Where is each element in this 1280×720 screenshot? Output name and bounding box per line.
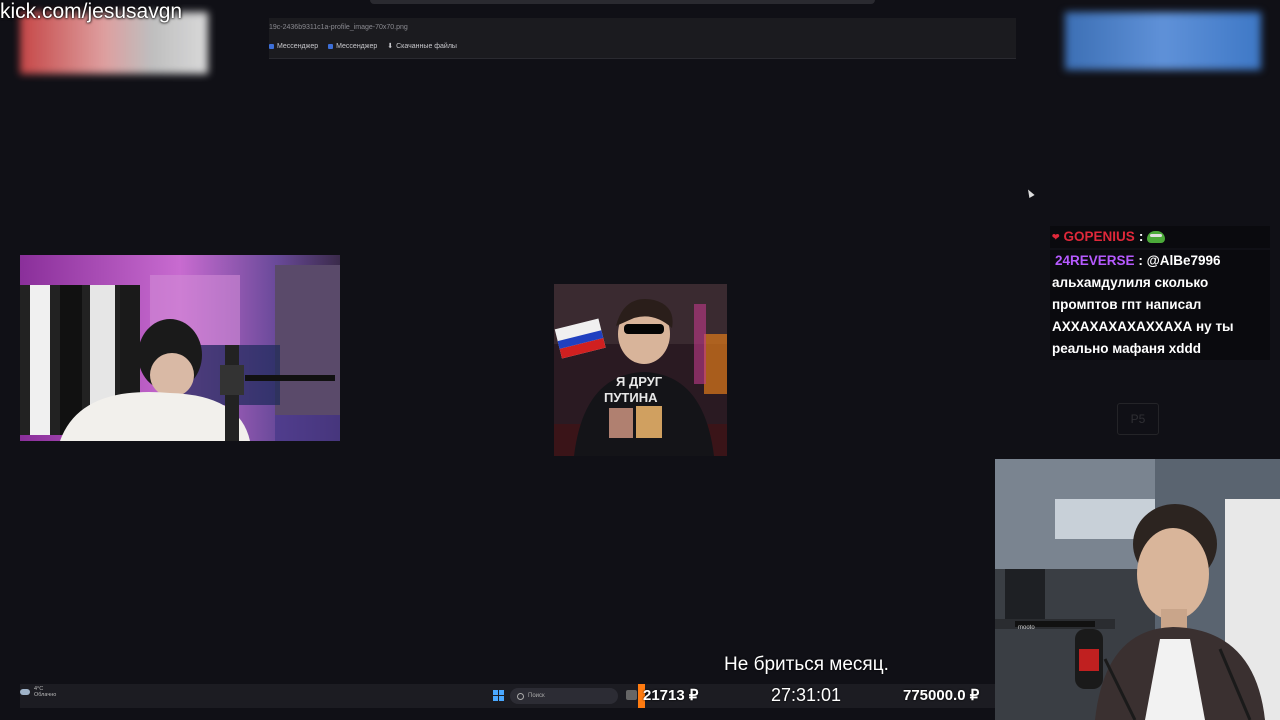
pepe-emote-icon <box>1147 231 1166 243</box>
bookmarks-bar: Мессенджер Мессенджер ⬇ Скачанные файлы <box>269 42 457 50</box>
cloud-icon <box>20 689 30 695</box>
chat-message: 24REVERSE : @AlBe7996 альхамдулиля сколь… <box>1050 250 1270 360</box>
webcam-right: mooto <box>995 459 1280 720</box>
mic-arm-label: mooto <box>1018 625 1035 631</box>
windows-taskbar <box>20 684 995 708</box>
chat-text-line: АХХАХАХАХАХХАХА ну ты <box>1052 319 1234 334</box>
chat-text-line: промптов гпт написал <box>1052 297 1202 312</box>
channel-url: kick.com/jesusavgn <box>0 0 183 23</box>
chat-username: GOPENIUS <box>1063 229 1135 244</box>
taskbar-search[interactable]: Поиск <box>510 688 618 704</box>
search-placeholder: Поиск <box>528 693 545 699</box>
webcam-left <box>20 255 340 441</box>
shirt-text-line2: ПУТИНА <box>604 390 658 405</box>
shirt-text-line1: Я ДРУГ <box>616 374 663 389</box>
chat-separator: : <box>1138 229 1144 244</box>
weather-widget[interactable]: 4°C Облачно <box>20 686 56 698</box>
center-image: Я ДРУГ ПУТИНА <box>554 284 727 456</box>
stream-timer: 27:31:01 <box>771 685 842 705</box>
subtitle-text: Не бриться месяц. <box>724 654 889 675</box>
bookmark-downloads[interactable]: ⬇ Скачанные файлы <box>387 42 457 51</box>
chat-username: 24REVERSE <box>1055 253 1135 268</box>
blurred-banner-right <box>1065 12 1261 70</box>
download-icon: ⬇ <box>387 43 394 50</box>
chat-overlay: ❤ GOPENIUS : 24REVERSE : @AlBe7996 альха… <box>1050 226 1270 360</box>
mouse-cursor-icon <box>1025 188 1035 198</box>
messenger-icon <box>328 43 334 49</box>
chat-mention: @AlBe7996 <box>1146 253 1221 268</box>
address-bar-text[interactable]: 19c-2436b9311c1a-profile_image-70x70.png <box>269 24 408 31</box>
taskbar-app-icon[interactable] <box>626 690 637 700</box>
chat-text-line: альхамдулиля сколько <box>1052 275 1209 290</box>
bookmark-messenger-2[interactable]: Мессенджер <box>328 42 377 50</box>
bookmark-messenger-1[interactable]: Мессенджер <box>269 42 318 50</box>
ghost-key-label: P5 <box>1117 403 1159 435</box>
windows-start-icon[interactable] <box>493 690 504 701</box>
chat-separator: : <box>1138 253 1143 268</box>
messenger-icon <box>269 43 274 49</box>
weather-desc: Облачно <box>34 692 57 698</box>
browser-top-edge <box>370 0 875 4</box>
chat-message: ❤ GOPENIUS : <box>1050 226 1270 248</box>
donation-amount: 21713 ₽ <box>643 687 699 704</box>
donation-goal: 775000.0 ₽ <box>903 687 980 704</box>
heart-badge-icon: ❤ <box>1052 232 1060 242</box>
chat-text-line: реально мафаня xddd <box>1052 341 1201 356</box>
search-icon <box>517 692 524 700</box>
